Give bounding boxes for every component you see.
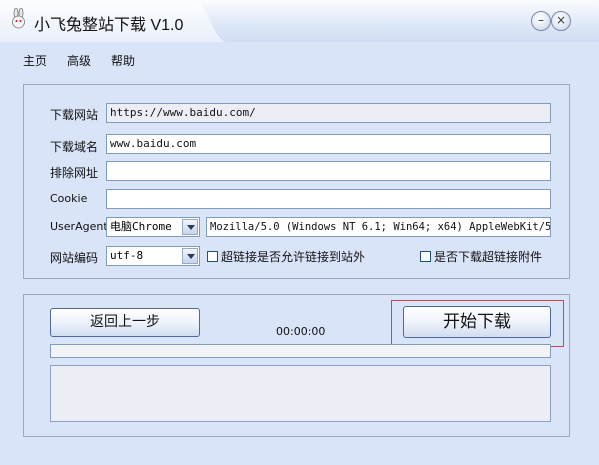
back-button-label: 返回上一步 [90, 314, 160, 330]
rabbit-icon [8, 7, 30, 30]
exclude-url-label: 排除网址 [50, 166, 99, 180]
offsite-links-label[interactable]: 超链接是否允许链接到站外 [221, 248, 365, 265]
back-button[interactable]: 返回上一步 [50, 308, 200, 337]
domain-field[interactable]: www.baidu.com [106, 134, 551, 154]
encoding-label: 网站编码 [50, 251, 99, 265]
start-button-highlight [391, 300, 564, 347]
chevron-down-icon[interactable] [182, 248, 198, 264]
offsite-links-checkbox[interactable] [207, 251, 218, 262]
site-url-label: 下载网站 [50, 108, 99, 122]
useragent-select-value: 电脑Chrome [110, 220, 172, 233]
download-attachments-checkbox[interactable] [420, 251, 431, 262]
menu-advanced[interactable]: 高级 [67, 52, 91, 69]
domain-label: 下载域名 [50, 140, 99, 154]
menu-bar: 主页 高级 帮助 [0, 42, 599, 76]
useragent-label: UserAgent [50, 220, 108, 233]
menu-help[interactable]: 帮助 [111, 52, 135, 69]
encoding-select[interactable]: utf-8 [106, 246, 200, 266]
menu-home[interactable]: 主页 [23, 52, 47, 69]
cookie-field[interactable] [106, 189, 551, 209]
chevron-down-icon[interactable] [182, 219, 198, 235]
cookie-label: Cookie [50, 192, 88, 205]
window-title: 小飞兔整站下载 V1.0 [34, 17, 184, 34]
progress-bar [50, 344, 551, 358]
close-button[interactable]: × [551, 11, 571, 31]
useragent-field[interactable]: Mozilla/5.0 (Windows NT 6.1; Win64; x64)… [206, 217, 551, 237]
useragent-select[interactable]: 电脑Chrome [106, 217, 200, 237]
app-window: 小飞兔整站下载 V1.0 – × 主页 高级 帮助 下载网站 https://w… [0, 0, 599, 465]
minimize-icon: – [538, 13, 544, 27]
log-output[interactable] [50, 365, 551, 422]
encoding-select-value: utf-8 [110, 249, 144, 262]
close-icon: × [555, 13, 567, 27]
exclude-url-field[interactable] [106, 161, 551, 181]
site-url-field[interactable]: https://www.baidu.com/ [106, 103, 551, 123]
title-bar[interactable]: 小飞兔整站下载 V1.0 – × [0, 0, 599, 42]
minimize-button[interactable]: – [531, 11, 551, 31]
elapsed-timer: 00:00:00 [276, 325, 326, 338]
download-attachments-label[interactable]: 是否下载超链接附件 [434, 248, 542, 265]
